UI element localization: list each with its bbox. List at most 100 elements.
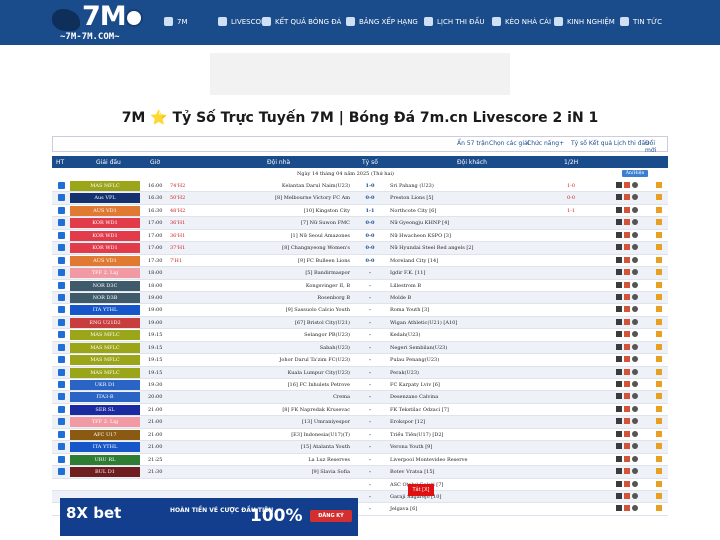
home-team[interactable]: [7] Nữ Suwon FMC xyxy=(160,220,350,226)
pin-icon[interactable] xyxy=(656,293,662,300)
pin-icon[interactable] xyxy=(656,480,662,487)
league-badge[interactable]: ITA YTHL xyxy=(70,305,140,316)
match-score[interactable]: 1-0 xyxy=(363,183,377,189)
match-checkbox[interactable] xyxy=(58,381,65,388)
pin-icon[interactable] xyxy=(656,356,662,363)
away-team[interactable]: FK Tekstilac Odzaci [7] xyxy=(390,407,560,413)
away-team[interactable]: Kedah(U23) xyxy=(390,332,560,338)
match-checkbox[interactable] xyxy=(58,455,65,463)
match-row[interactable]: Aus VPL 16:30 50'H2 [8] Melbourne Victory F… xyxy=(52,192,668,205)
away-team[interactable]: Nữ Hyundai Steel Red angels [2] xyxy=(390,245,560,251)
home-team[interactable]: [8] Changnyeong Women's xyxy=(160,245,350,251)
pin-icon[interactable] xyxy=(656,281,662,288)
league-badge[interactable]: MAS MFLC xyxy=(70,367,140,378)
match-checkbox[interactable] xyxy=(58,244,65,252)
match-checkbox[interactable] xyxy=(58,430,65,438)
match-row[interactable]: BUL D1 21:30 [9] Slavia Sofia - Botev Vratsa… xyxy=(52,466,668,479)
nav-item-5[interactable]: KÈO NHÀ CÁI xyxy=(492,17,551,26)
nav-item-7[interactable]: TIN TỨC xyxy=(620,17,662,26)
away-team[interactable]: Botev Vratsa [15] xyxy=(390,469,560,475)
odds-icon[interactable] xyxy=(624,318,630,325)
ball-icon[interactable] xyxy=(632,256,638,263)
nav-item-0[interactable]: 7M xyxy=(164,17,188,26)
match-row[interactable]: NOR D3B 19:00 Rosenborg B - Molde B xyxy=(52,291,668,305)
odds-icon[interactable] xyxy=(624,505,630,512)
match-score[interactable]: - xyxy=(363,270,377,276)
odds-icon[interactable] xyxy=(624,219,630,226)
match-score[interactable]: - xyxy=(363,283,377,289)
home-team[interactable]: [16] FC Inhulets Petrove xyxy=(160,382,350,388)
pin-icon[interactable] xyxy=(656,206,662,213)
ball-icon[interactable] xyxy=(632,368,638,375)
home-team[interactable]: Kuala Lumpur City(U23) xyxy=(160,370,350,376)
match-row[interactable]: MAS MFLC 19:15 Sabah(U23) - Negeri Sembilan(… xyxy=(52,341,668,355)
pin-icon[interactable] xyxy=(656,343,662,350)
pin-icon[interactable] xyxy=(656,269,662,276)
match-score[interactable]: - xyxy=(363,432,377,438)
pin-icon[interactable] xyxy=(656,194,662,201)
stats-icon[interactable] xyxy=(616,343,622,350)
match-score[interactable]: 0-0 xyxy=(363,195,377,201)
stats-icon[interactable] xyxy=(616,318,622,325)
home-team[interactable]: [9] Slavia Sofia xyxy=(160,469,350,475)
odds-icon[interactable] xyxy=(624,443,630,450)
league-badge[interactable]: AUS VD1 xyxy=(70,255,140,266)
ball-icon[interactable] xyxy=(632,343,638,350)
match-row[interactable]: ENG U21D2 19:00 [67] Bristol City(U21) - Wig… xyxy=(52,316,668,330)
match-row[interactable]: UKR D1 19:30 [16] FC Inhulets Petrove - FC K… xyxy=(52,379,668,392)
match-checkbox[interactable] xyxy=(58,269,65,277)
away-team[interactable]: Preston Lions [5] xyxy=(390,195,560,201)
league-badge[interactable]: NOR D3B xyxy=(70,292,140,303)
odds-icon[interactable] xyxy=(624,343,630,350)
pin-icon[interactable] xyxy=(656,430,662,437)
home-team[interactable]: [10] Kingston City xyxy=(160,208,350,214)
odds-icon[interactable] xyxy=(624,231,630,238)
match-checkbox[interactable] xyxy=(58,418,65,426)
match-row[interactable]: MAS MFLC 19:15 Johor Darul Ta'zim FC(U23) -… xyxy=(52,354,668,367)
odds-icon[interactable] xyxy=(624,306,630,313)
league-badge[interactable]: TFF 2. Lig xyxy=(70,417,140,428)
home-team[interactable]: La Luz Reserves xyxy=(160,457,350,463)
stats-icon[interactable] xyxy=(616,480,622,487)
ad-register-button[interactable]: ĐĂNG KÝ xyxy=(310,510,352,522)
match-row[interactable]: MAS MFLC 19:15 Kuala Lumpur City(U23) - Pera… xyxy=(52,366,668,379)
league-badge[interactable]: MAS MFLC xyxy=(70,181,140,191)
ball-icon[interactable] xyxy=(632,480,638,487)
stats-icon[interactable] xyxy=(616,455,622,462)
ball-icon[interactable] xyxy=(632,468,638,475)
ball-icon[interactable] xyxy=(632,293,638,300)
match-score[interactable]: - xyxy=(363,444,377,450)
match-row[interactable]: AUS VD1 17:30 7'H1 [9] FC Bulleen Lions 0-0 M… xyxy=(52,255,668,268)
match-score[interactable]: - xyxy=(363,295,377,301)
stats-icon[interactable] xyxy=(616,182,622,188)
league-badge[interactable]: Aus VPL xyxy=(70,193,140,204)
stats-icon[interactable] xyxy=(616,331,622,338)
odds-icon[interactable] xyxy=(624,430,630,437)
home-team[interactable]: Selangor PB(U23) xyxy=(160,332,350,338)
league-badge[interactable]: ITA3-B xyxy=(70,392,140,403)
stats-icon[interactable] xyxy=(616,206,622,213)
pin-icon[interactable] xyxy=(656,455,662,462)
ball-icon[interactable] xyxy=(632,206,638,213)
away-team[interactable]: Roma Youth [3] xyxy=(390,307,560,313)
match-row[interactable]: URU RL 21:25 La Luz Reserves - Liverpool Mon… xyxy=(52,454,668,467)
home-team[interactable]: [1] Nữ Seoul Amazones xyxy=(160,233,350,239)
stats-icon[interactable] xyxy=(616,269,622,276)
match-score[interactable]: - xyxy=(363,394,377,400)
stats-icon[interactable] xyxy=(616,368,622,375)
stats-icon[interactable] xyxy=(616,418,622,425)
match-score[interactable]: - xyxy=(363,407,377,413)
match-checkbox[interactable] xyxy=(58,405,65,413)
match-row[interactable]: MAS MFLC 16:00 74'H2 Kelantan Darul Naim(U2… xyxy=(52,180,668,193)
pin-icon[interactable] xyxy=(656,505,662,512)
league-badge[interactable]: SER SL xyxy=(70,404,140,415)
odds-icon[interactable] xyxy=(624,281,630,288)
league-badge[interactable]: AUS VD1 xyxy=(70,205,140,216)
away-team[interactable]: Wigan Athletic(U21) [A10] xyxy=(390,320,560,326)
odds-icon[interactable] xyxy=(624,206,630,213)
match-score[interactable]: - xyxy=(363,345,377,351)
ball-icon[interactable] xyxy=(632,269,638,276)
ball-icon[interactable] xyxy=(632,318,638,325)
away-team[interactable]: Negeri Sembilan(U23) xyxy=(390,345,560,351)
odds-icon[interactable] xyxy=(624,269,630,276)
